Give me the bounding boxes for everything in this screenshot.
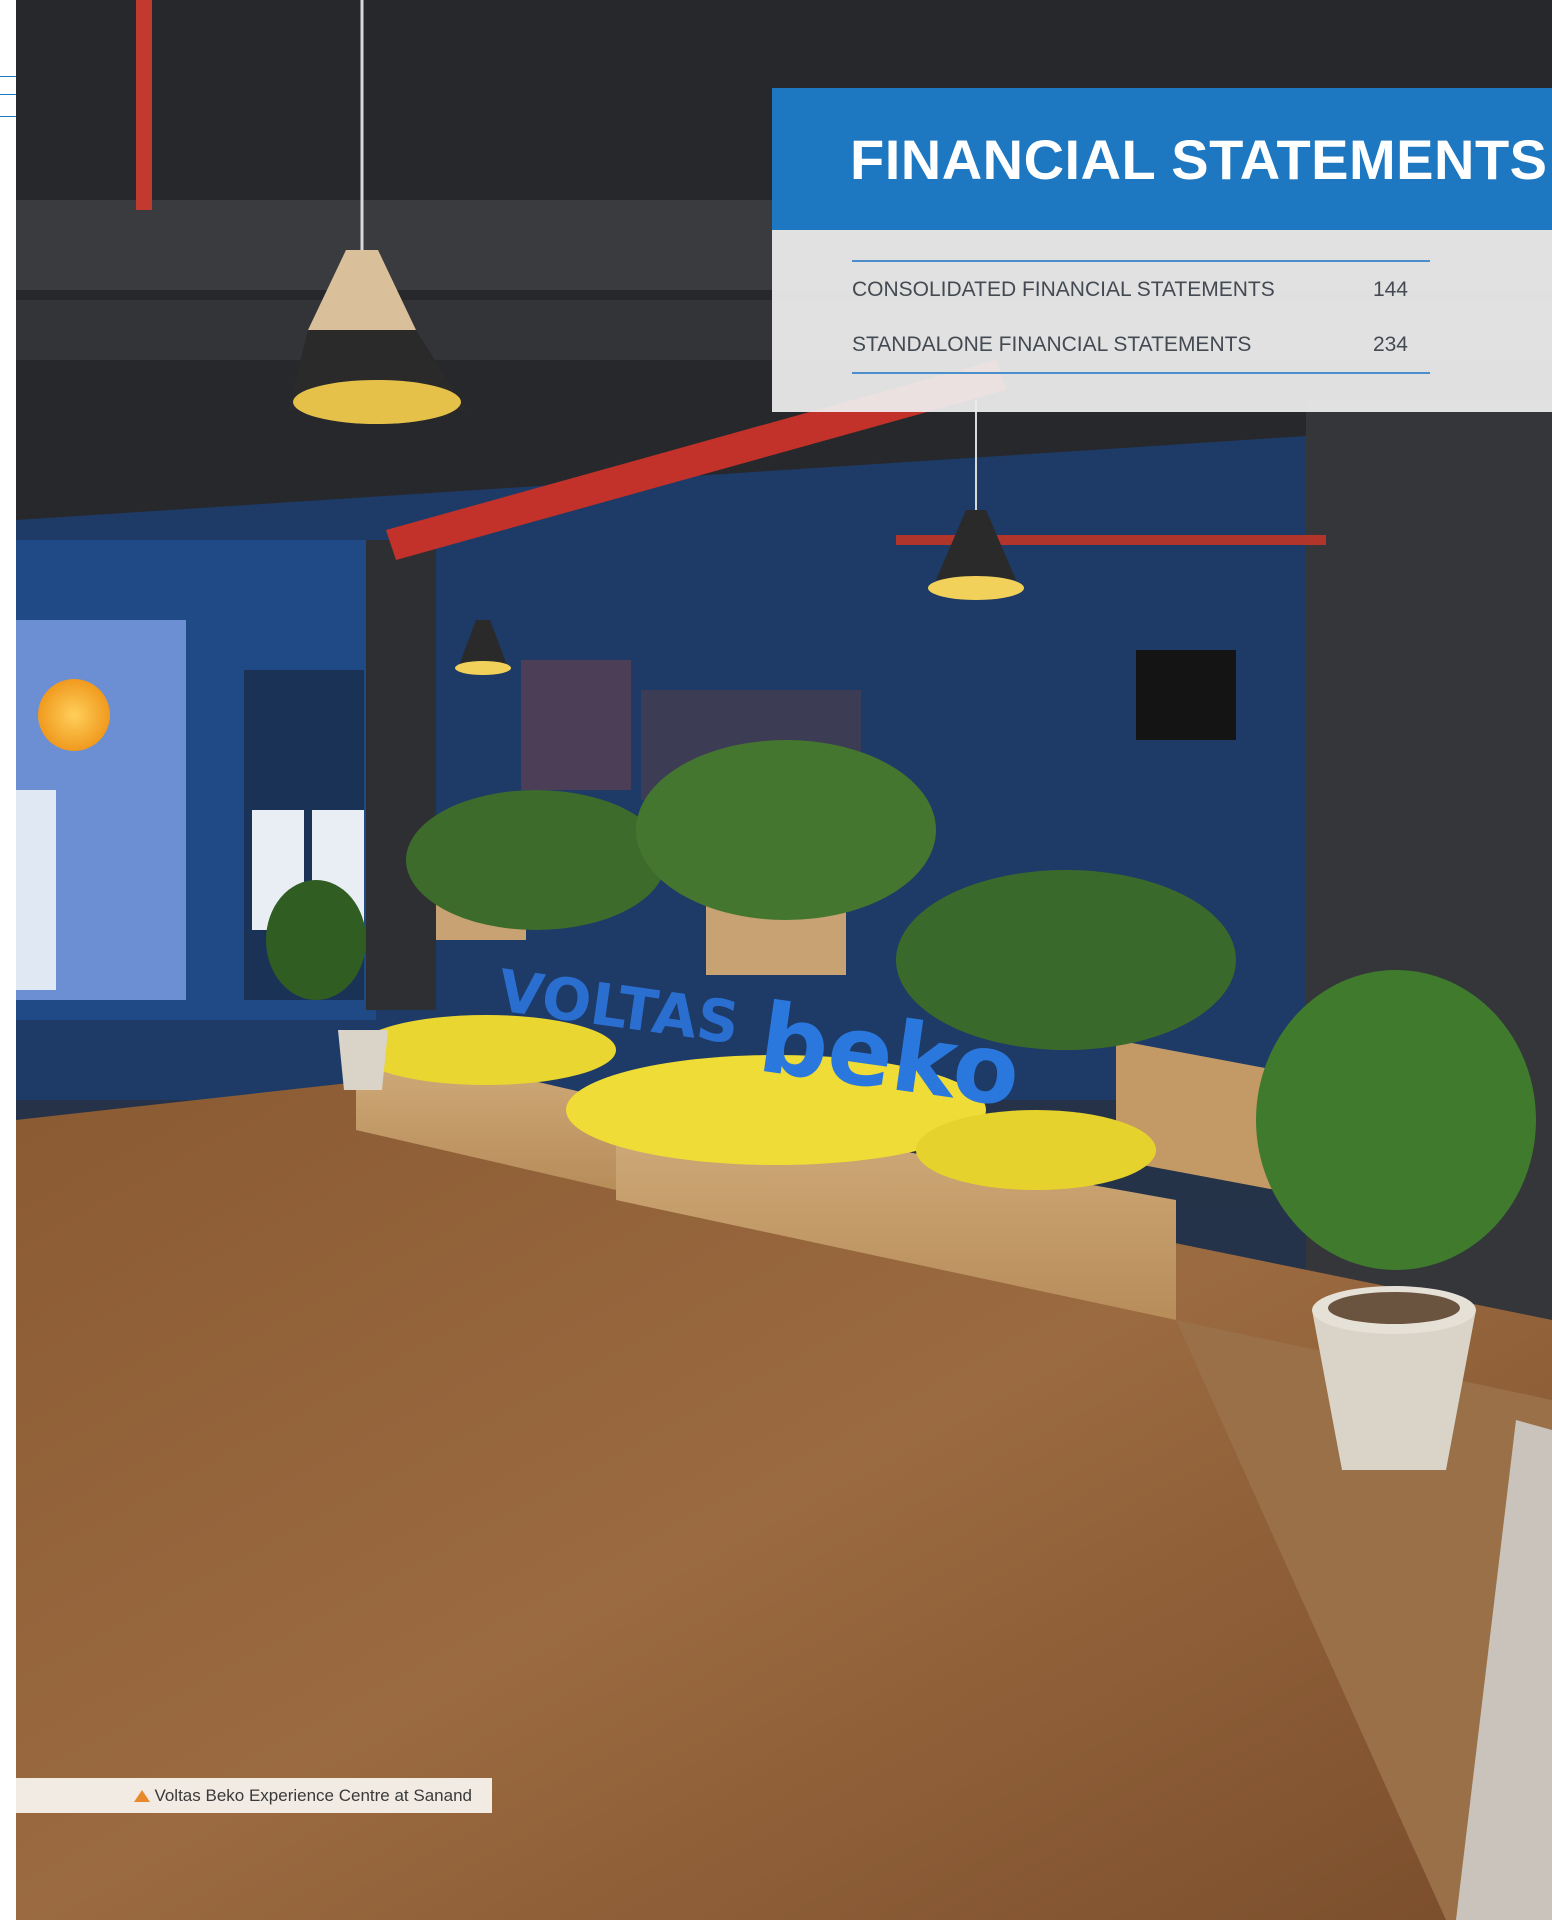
toc-item-standalone[interactable]: STANDALONE FINANCIAL STATEMENTS 234 bbox=[852, 317, 1430, 372]
margin-rule bbox=[0, 94, 16, 95]
toc-item-page: 234 bbox=[1372, 332, 1408, 356]
caption-text: Voltas Beko Experience Centre at Sanand bbox=[154, 1785, 472, 1805]
photo-caption: Voltas Beko Experience Centre at Sanand bbox=[16, 1778, 492, 1813]
toc-item-label: STANDALONE FINANCIAL STATEMENTS bbox=[852, 332, 1252, 356]
section-title: FINANCIAL STATEMENTS bbox=[850, 127, 1548, 191]
page-margin bbox=[0, 0, 16, 1920]
triangle-up-icon bbox=[134, 1789, 151, 1802]
contents-panel: CONSOLIDATED FINANCIAL STATEMENTS 144 ST… bbox=[772, 230, 1552, 412]
toc-item-label: CONSOLIDATED FINANCIAL STATEMENTS bbox=[852, 277, 1275, 301]
section-title-banner: FINANCIAL STATEMENTS bbox=[772, 88, 1552, 230]
contents-list: CONSOLIDATED FINANCIAL STATEMENTS 144 ST… bbox=[852, 260, 1430, 374]
toc-item-page: 144 bbox=[1372, 277, 1408, 301]
margin-rule bbox=[0, 116, 16, 117]
toc-item-consolidated[interactable]: CONSOLIDATED FINANCIAL STATEMENTS 144 bbox=[852, 262, 1430, 317]
margin-rule bbox=[0, 76, 16, 77]
